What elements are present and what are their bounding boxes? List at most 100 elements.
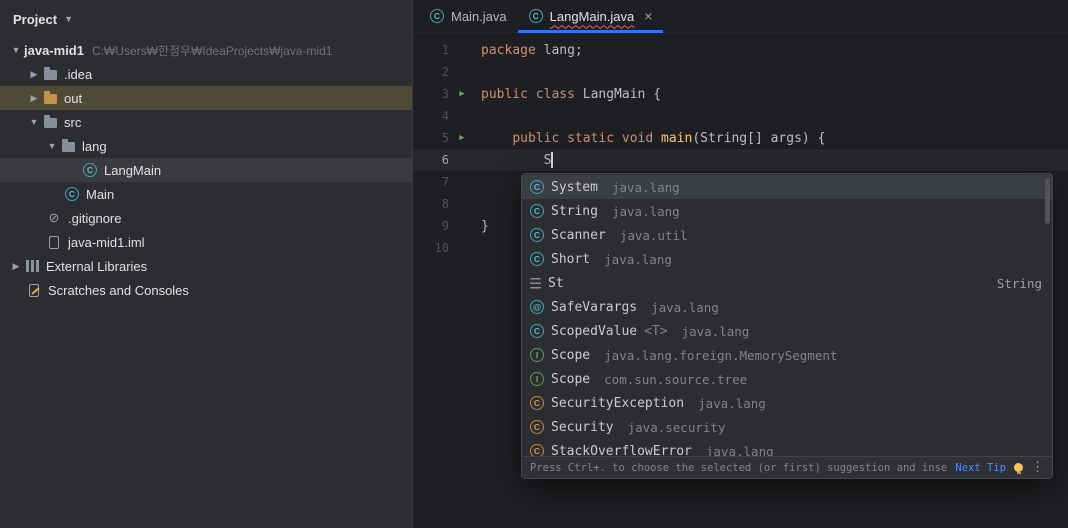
- folder-icon: [42, 114, 58, 130]
- completion-item-name: ScopedValue: [551, 323, 638, 339]
- run-icon[interactable]: ▶: [449, 89, 475, 99]
- class-icon: C: [65, 187, 79, 201]
- completion-item-package: java.lang: [611, 179, 680, 195]
- tree-item-out[interactable]: ▶ out: [0, 86, 412, 110]
- class-icon: C: [528, 9, 543, 23]
- tree-item-lang[interactable]: ▼ lang: [0, 134, 412, 158]
- chevron-right-icon[interactable]: ▶: [26, 93, 42, 104]
- completion-item-system[interactable]: C System java.lang: [522, 175, 1052, 199]
- completion-item-safevarargs[interactable]: @ SafeVarargs java.lang: [522, 295, 1052, 319]
- completion-item-name: Short: [551, 251, 591, 267]
- completion-item-package: java.lang: [651, 299, 719, 315]
- template-icon: [530, 277, 541, 289]
- completion-item-scope[interactable]: I Scope java.lang.foreign.MemorySegment: [522, 343, 1052, 367]
- class-icon: C: [530, 228, 544, 242]
- completion-item-st[interactable]: St String: [522, 271, 1052, 295]
- chevron-down-icon[interactable]: ▼: [44, 141, 60, 151]
- tree-item-scratches-and-consoles[interactable]: Scratches and Consoles: [0, 278, 412, 302]
- code-line-6[interactable]: 6 S: [413, 149, 1068, 171]
- annotation-icon: @: [530, 300, 544, 314]
- line-number: 8: [441, 197, 449, 211]
- close-icon[interactable]: ×: [644, 8, 652, 24]
- completion-item-scopedvalue[interactable]: C ScopedValue <T> java.lang: [522, 319, 1052, 343]
- completion-item-scope[interactable]: I Scope com.sun.source.tree: [522, 367, 1052, 391]
- completion-item-scanner[interactable]: C Scanner java.util: [522, 223, 1052, 247]
- tree-item-label: External Libraries: [46, 258, 148, 274]
- completion-item-stackoverflowerror[interactable]: C StackOverflowError java.lang: [522, 439, 1052, 456]
- code-line-3[interactable]: 3 ▶ public class LangMain {: [413, 83, 1068, 105]
- tree-item-java-mid1[interactable]: ▼ java-mid1 C:₩Users₩한정우₩IdeaProjects₩java…: [0, 38, 412, 62]
- completion-item-name: SecurityException: [551, 395, 685, 411]
- tree-item-label: Scratches and Consoles: [48, 282, 189, 298]
- class-icon: C: [430, 9, 444, 23]
- completion-item-package: java.lang: [698, 395, 766, 411]
- code-editor[interactable]: 1 package lang; 2 3 ▶ public class LangMain {…: [413, 33, 1068, 528]
- tree-item-label: src: [64, 114, 82, 130]
- line-number: 1: [441, 43, 449, 57]
- popup-scrollbar[interactable]: [1045, 178, 1050, 224]
- chevron-down-icon[interactable]: ▼: [8, 45, 24, 55]
- project-panel-header: Project ▼: [0, 0, 412, 38]
- editor-tab-bar: C Main.java C LangMain.java ×: [413, 0, 1068, 33]
- code-line-1[interactable]: 1 package lang;: [413, 39, 1068, 61]
- code-line-4[interactable]: 4: [413, 105, 1068, 127]
- ignored-file-icon: ⊘: [48, 210, 60, 225]
- tree-item-external-libraries[interactable]: ▶ External Libraries: [0, 254, 412, 278]
- tree-item-langmain[interactable]: C LangMain: [0, 158, 412, 182]
- code-line-5[interactable]: 5 ▶ public static void main(String[] args…: [413, 127, 1068, 149]
- chevron-right-icon[interactable]: ▶: [26, 69, 42, 80]
- line-number: 4: [441, 109, 449, 123]
- completion-item-package: com.sun.source.tree: [604, 371, 748, 387]
- completion-item-package: java.lang: [604, 251, 672, 267]
- generics-text: <T>: [644, 323, 668, 339]
- tree-item-label: out: [64, 90, 83, 106]
- tab-langmain-java[interactable]: C LangMain.java ×: [517, 0, 664, 33]
- line-number: 2: [441, 65, 449, 79]
- tree-item-label: lang: [82, 138, 107, 154]
- line-number: 7: [441, 175, 449, 189]
- chevron-down-icon[interactable]: ▼: [64, 14, 73, 24]
- interface-icon: I: [530, 348, 544, 362]
- line-number: 6: [441, 153, 449, 167]
- completion-footer: Press Ctrl+. to choose the selected (or …: [522, 456, 1052, 478]
- class-icon: C: [530, 180, 544, 194]
- completion-item-securityexception[interactable]: C SecurityException java.lang: [522, 391, 1052, 415]
- class-icon: C: [83, 163, 97, 177]
- module-file-icon: [46, 234, 62, 250]
- project-panel-title[interactable]: Project: [13, 12, 57, 27]
- completion-item-short[interactable]: C Short java.lang: [522, 247, 1052, 271]
- class-icon: C: [530, 324, 544, 338]
- tab-main-java[interactable]: C Main.java: [419, 0, 518, 32]
- text-caret: [551, 152, 553, 168]
- project-path: C:₩Users₩한정우₩IdeaProjects₩java-mid1: [91, 43, 333, 58]
- chevron-right-icon[interactable]: ▶: [8, 261, 24, 272]
- folder-icon: [60, 138, 76, 154]
- completion-item-type: String: [996, 275, 1042, 291]
- code-text: package lang;: [481, 42, 583, 58]
- tree-item-main[interactable]: C Main: [0, 182, 412, 206]
- tree-item-src[interactable]: ▼ src: [0, 110, 412, 134]
- tree-item-gitignore[interactable]: ⊘ .gitignore: [0, 206, 412, 230]
- code-line-2[interactable]: 2: [413, 61, 1068, 83]
- completion-hint-text: Press Ctrl+. to choose the selected (or …: [530, 461, 948, 474]
- code-text: S: [481, 152, 553, 168]
- code-text: public class LangMain {: [481, 86, 662, 102]
- completion-item-name: StackOverflowError: [551, 443, 692, 457]
- completion-item-name: SafeVarargs: [551, 299, 638, 315]
- library-icon: [24, 258, 40, 274]
- tree-item-java-mid1-iml[interactable]: java-mid1.iml: [0, 230, 412, 254]
- next-tip-link[interactable]: Next Tip: [955, 462, 1006, 474]
- completion-item-package: java.lang: [611, 203, 680, 219]
- line-number: 3: [441, 87, 449, 101]
- code-text: }: [481, 218, 489, 234]
- class-icon: C: [530, 204, 544, 218]
- tree-item-idea[interactable]: ▶ .idea: [0, 62, 412, 86]
- chevron-down-icon[interactable]: ▼: [26, 117, 42, 127]
- tree-item-label: .idea: [64, 66, 93, 82]
- run-icon[interactable]: ▶: [449, 133, 475, 143]
- completion-item-name: System: [551, 179, 598, 195]
- editor-area: C Main.java C LangMain.java × 1 package lang;…: [413, 0, 1068, 528]
- completion-item-string[interactable]: C String java.lang: [522, 199, 1052, 223]
- completion-item-security[interactable]: C Security java.security: [522, 415, 1052, 439]
- kebab-menu-icon[interactable]: ⋮: [1031, 460, 1044, 475]
